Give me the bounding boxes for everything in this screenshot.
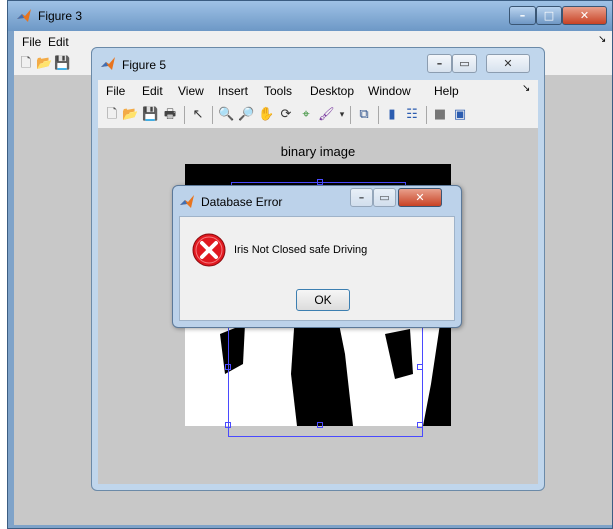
dialog-title: Database Error bbox=[201, 195, 283, 209]
close-icon: ✕ bbox=[503, 57, 513, 70]
selection-handle[interactable] bbox=[417, 364, 423, 370]
chevron-down-icon[interactable]: ▾ bbox=[334, 107, 350, 123]
new-figure-icon[interactable]: 🗋 bbox=[104, 107, 120, 123]
colorbar-icon[interactable]: ▮ bbox=[384, 107, 400, 123]
minimize-icon: – bbox=[519, 9, 526, 22]
figure3-titlebar[interactable]: Figure 3 – □ ✕ bbox=[8, 1, 612, 31]
menu-edit[interactable]: Edit bbox=[48, 35, 69, 49]
show-plot-tools-icon[interactable]: ▣ bbox=[452, 107, 468, 123]
matlab-logo-icon bbox=[101, 57, 115, 70]
figure5-close-button[interactable]: ✕ bbox=[486, 54, 530, 73]
selection-handle[interactable] bbox=[225, 364, 231, 370]
toolbar-separator bbox=[212, 106, 213, 124]
menu-insert[interactable]: Insert bbox=[218, 84, 248, 98]
menu-view[interactable]: View bbox=[178, 84, 204, 98]
hide-plot-tools-icon[interactable]: ■ bbox=[432, 107, 448, 123]
maximize-icon: ▭ bbox=[379, 191, 390, 204]
selection-handle[interactable] bbox=[317, 422, 323, 428]
legend-icon[interactable]: ☷ bbox=[404, 107, 420, 123]
menu-help[interactable]: Help bbox=[434, 84, 459, 98]
figure5-minimize-button[interactable]: – bbox=[427, 54, 452, 73]
maximize-icon: □ bbox=[543, 9, 555, 22]
figure5-title: Figure 5 bbox=[122, 58, 167, 72]
save-icon[interactable]: 💾 bbox=[142, 107, 158, 123]
link-plot-icon[interactable]: ⧉ bbox=[356, 107, 372, 123]
toolbar-separator bbox=[378, 106, 379, 124]
figure5-toolbar: 🗋 📂 💾 🖶 ↖ 🔍 🔎 ✋ ⟳ ⌖ 🖌 ▾ ⧉ ▮ ☷ ■ ▣ bbox=[98, 102, 538, 129]
selection-handle[interactable] bbox=[225, 422, 231, 428]
zoom-in-icon[interactable]: 🔍 bbox=[218, 107, 234, 123]
ok-button[interactable]: OK bbox=[296, 289, 350, 311]
figure5-menubar: File Edit View Insert Tools Desktop Wind… bbox=[98, 80, 538, 102]
figure5-maximize-button[interactable]: ▭ bbox=[452, 54, 477, 73]
close-icon: ✕ bbox=[579, 9, 590, 22]
data-cursor-icon[interactable]: ⌖ bbox=[298, 107, 314, 123]
menu-file[interactable]: File bbox=[22, 35, 41, 49]
menu-tools[interactable]: Tools bbox=[264, 84, 292, 98]
toolbar-separator bbox=[184, 106, 185, 124]
print-icon[interactable]: 🖶 bbox=[162, 107, 178, 123]
close-button[interactable]: ✕ bbox=[562, 6, 607, 25]
dialog-close-button[interactable]: ✕ bbox=[398, 188, 442, 207]
pan-hand-icon[interactable]: ✋ bbox=[258, 107, 274, 123]
toolbar-separator bbox=[426, 106, 427, 124]
dialog-maximize-button[interactable]: ▭ bbox=[373, 188, 396, 207]
matlab-logo-icon bbox=[17, 9, 31, 22]
zoom-out-icon[interactable]: 🔎 bbox=[238, 107, 254, 123]
menu-file[interactable]: File bbox=[106, 84, 125, 98]
matlab-logo-icon bbox=[180, 195, 194, 208]
minimize-icon: – bbox=[358, 191, 365, 204]
maximize-button[interactable]: □ bbox=[536, 6, 562, 25]
error-dialog: Database Error – ▭ ✕ Iris Not Closed saf… bbox=[172, 185, 462, 328]
error-message: Iris Not Closed safe Driving bbox=[234, 244, 368, 256]
menu-desktop[interactable]: Desktop bbox=[310, 84, 354, 98]
maximize-icon: ▭ bbox=[459, 57, 470, 70]
error-x-icon bbox=[192, 233, 226, 267]
menu-edit[interactable]: Edit bbox=[142, 84, 163, 98]
new-figure-icon[interactable]: 🗋 bbox=[18, 56, 34, 72]
dialog-titlebar[interactable]: Database Error – ▭ ✕ bbox=[173, 186, 461, 216]
menu-window[interactable]: Window bbox=[368, 84, 411, 98]
pointer-icon[interactable]: ↖ bbox=[190, 107, 206, 123]
close-icon: ✕ bbox=[415, 191, 425, 204]
minimize-icon: – bbox=[436, 57, 443, 70]
dialog-body: Iris Not Closed safe Driving OK bbox=[179, 216, 455, 321]
selection-handle[interactable] bbox=[417, 422, 423, 428]
open-file-icon[interactable]: 📂 bbox=[36, 56, 52, 72]
rotate-3d-icon[interactable]: ⟳ bbox=[278, 107, 294, 123]
figure3-title: Figure 3 bbox=[38, 9, 83, 23]
toolbar-separator bbox=[350, 106, 351, 124]
dock-arrow-icon[interactable]: ↘ bbox=[598, 34, 606, 45]
dialog-minimize-button[interactable]: – bbox=[350, 188, 373, 207]
minimize-button[interactable]: – bbox=[509, 6, 536, 25]
open-file-icon[interactable]: 📂 bbox=[122, 107, 138, 123]
figure5-titlebar[interactable]: Figure 5 – ▭ ✕ bbox=[92, 48, 544, 80]
axes-title: binary image bbox=[280, 144, 356, 159]
brush-icon[interactable]: 🖌 bbox=[318, 107, 335, 123]
save-icon[interactable]: 💾 bbox=[54, 56, 70, 72]
dock-arrow-icon[interactable]: ↘ bbox=[522, 83, 530, 94]
